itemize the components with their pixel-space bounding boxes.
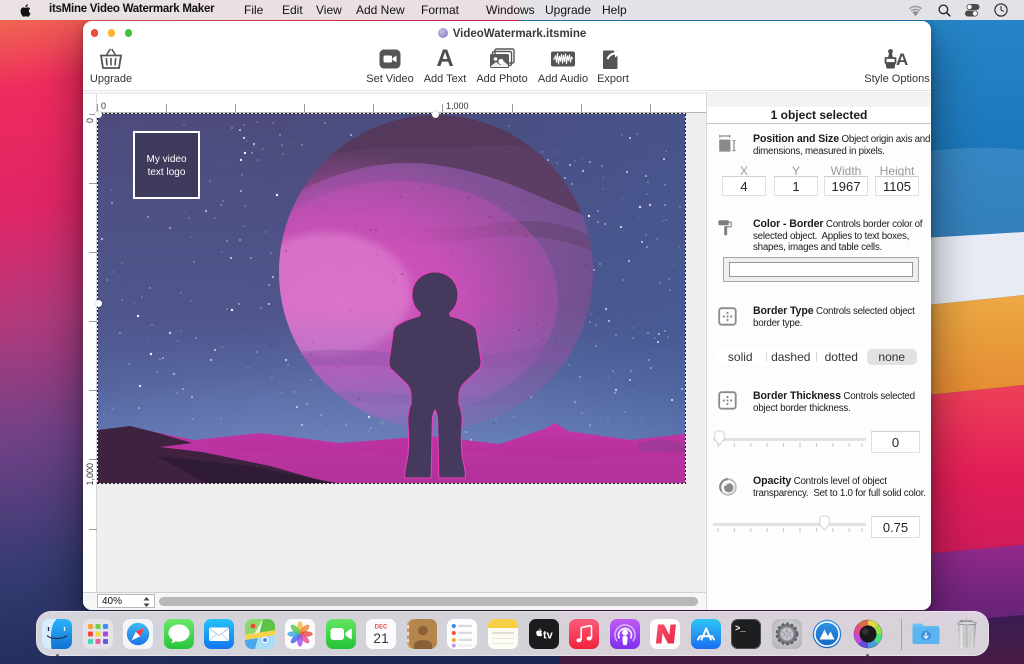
svg-text:A: A bbox=[896, 50, 908, 69]
svg-text:text logo: text logo bbox=[148, 167, 186, 178]
svg-text:21: 21 bbox=[374, 630, 390, 646]
svg-text:1,000: 1,000 bbox=[85, 463, 95, 486]
svg-text:0: 0 bbox=[85, 118, 95, 123]
svg-text:tv: tv bbox=[543, 630, 554, 642]
svg-text:1,000: 1,000 bbox=[446, 101, 469, 111]
svg-text:>_: >_ bbox=[735, 624, 746, 634]
svg-text:0: 0 bbox=[101, 101, 106, 111]
svg-text:My video: My video bbox=[146, 154, 186, 165]
